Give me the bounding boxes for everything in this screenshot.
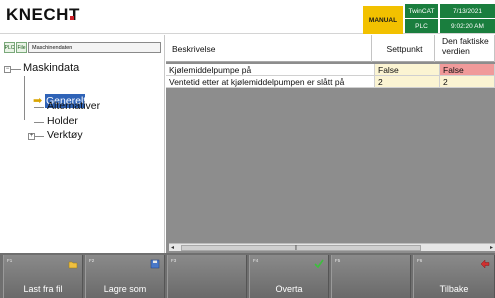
key-number: F3	[171, 258, 177, 263]
logo-dot-icon	[70, 16, 74, 20]
table-header: Beskrivelse Settpunkt Den faktiske verdi…	[166, 35, 495, 62]
cell-description: Kjølemiddelpumpe på	[166, 64, 375, 76]
brand-logo: KNECHT	[6, 5, 80, 24]
grip-icon: |||	[295, 245, 297, 251]
f3-button[interactable]: F3	[167, 255, 247, 298]
button-label: Tilbake	[439, 284, 469, 294]
key-number: F6	[417, 258, 423, 263]
tree-item-verktoy[interactable]: Verktøy	[47, 129, 83, 141]
column-header-actual-value[interactable]: Den faktiske verdien	[440, 35, 495, 62]
save-icon	[150, 259, 160, 269]
checkmark-icon	[314, 259, 324, 269]
back-arrow-icon	[480, 259, 490, 269]
tree-connector	[34, 107, 44, 108]
navigation-panel: PLC File Maschinendaten − Maskindata ➡ G…	[0, 35, 165, 253]
key-number: F2	[89, 258, 95, 263]
f1-load-from-file-button[interactable]: F1 Last fra fil	[3, 255, 83, 298]
button-label: Lagre som	[103, 284, 147, 294]
parameter-table: Beskrivelse Settpunkt Den faktiske verdi…	[166, 35, 495, 253]
collapse-toggle-icon[interactable]: −	[4, 66, 11, 73]
f4-accept-button[interactable]: F4 Overta	[249, 255, 329, 298]
status-panel: TwinCAT 7/13/2021 PLC 9:02:20 AM	[405, 4, 495, 34]
tree-connector	[11, 69, 21, 70]
function-key-bar: F1 Last fra fil F2 Lagre som F3 F4 Overt…	[0, 253, 495, 298]
file-filter-button[interactable]: File	[16, 42, 27, 53]
tree-connector	[34, 122, 44, 123]
mode-badge: MANUAL	[363, 6, 403, 34]
key-number: F1	[7, 258, 13, 263]
folder-icon	[68, 261, 78, 269]
cell-description: Ventetid etter at kjølemiddelpumpen er s…	[166, 76, 375, 88]
scrollbar-thumb[interactable]: |||	[181, 245, 421, 251]
horizontal-scrollbar[interactable]: ◂ ||| ▸	[169, 243, 495, 251]
runtime-status: TwinCAT	[405, 4, 438, 18]
tree-connector	[35, 136, 44, 137]
time-display: 9:02:20 AM	[440, 19, 495, 33]
tree-connector	[24, 76, 25, 120]
scroll-left-icon[interactable]: ◂	[171, 244, 174, 252]
cell-setpoint[interactable]: False	[375, 64, 440, 76]
f5-button[interactable]: F5	[331, 255, 411, 298]
table-row[interactable]: Kjølemiddelpumpe på False False	[166, 64, 495, 76]
scroll-right-icon[interactable]: ▸	[490, 244, 493, 252]
expand-toggle-icon[interactable]: +	[28, 133, 35, 140]
path-field[interactable]: Maschinendaten	[28, 42, 161, 53]
column-header-setpoint[interactable]: Settpunkt	[375, 35, 435, 62]
arrow-right-icon: ➡	[33, 95, 43, 107]
button-label: Last fra fil	[23, 284, 63, 294]
key-number: F4	[253, 258, 259, 263]
tree-root-maskindata[interactable]: Maskindata	[23, 62, 79, 74]
table-row[interactable]: Ventetid etter at kjølemiddelpumpen er s…	[166, 76, 495, 88]
date-display: 7/13/2021	[440, 4, 495, 18]
tree-item-holder[interactable]: Holder	[47, 115, 78, 127]
plc-filter-button[interactable]: PLC	[4, 42, 15, 53]
cell-actual-value: 2	[440, 76, 495, 88]
plc-status: PLC	[405, 19, 438, 33]
title-bar: KNECHT MANUAL TwinCAT 7/13/2021 PLC 9:02…	[0, 0, 495, 34]
f6-back-button[interactable]: F6 Tilbake	[413, 255, 495, 298]
button-label: Overta	[275, 284, 303, 294]
column-header-description[interactable]: Beskrivelse	[172, 35, 372, 62]
key-number: F5	[335, 258, 341, 263]
f2-save-as-button[interactable]: F2 Lagre som	[85, 255, 165, 298]
tree-item-alternativer[interactable]: Alternativer	[47, 100, 100, 112]
cell-actual-value: False	[440, 64, 495, 76]
cell-setpoint[interactable]: 2	[375, 76, 440, 88]
